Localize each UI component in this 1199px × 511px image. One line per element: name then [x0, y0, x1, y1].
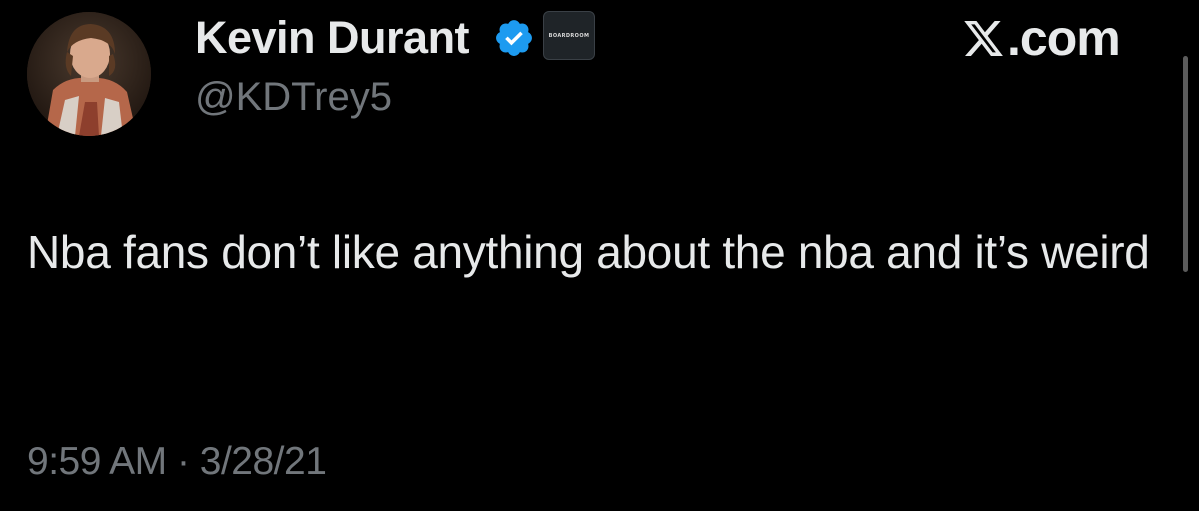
post-text: Nba fans don’t like anything about the n…: [27, 226, 1150, 278]
verified-badge-icon: [496, 20, 532, 56]
site-suffix: .com: [1007, 10, 1121, 66]
tweet-card: Kevin Durant BOARDROOM @KDTrey5 .com Nba…: [0, 0, 1199, 511]
avatar-image: [27, 12, 151, 136]
author-handle[interactable]: @KDTrey5: [195, 75, 392, 120]
site-logo: .com: [962, 10, 1121, 66]
x-logo-icon: [964, 20, 1003, 56]
post-timestamp[interactable]: 9:59 AM · 3/28/21: [27, 440, 327, 484]
scrollbar[interactable]: [1183, 56, 1188, 272]
post-time: 9:59 AM: [27, 440, 167, 483]
avatar[interactable]: [27, 12, 151, 136]
affiliate-badge[interactable]: BOARDROOM: [543, 11, 595, 60]
post-date: 3/28/21: [199, 440, 327, 483]
author-name[interactable]: Kevin Durant: [195, 12, 470, 64]
timestamp-separator: ·: [176, 440, 190, 483]
